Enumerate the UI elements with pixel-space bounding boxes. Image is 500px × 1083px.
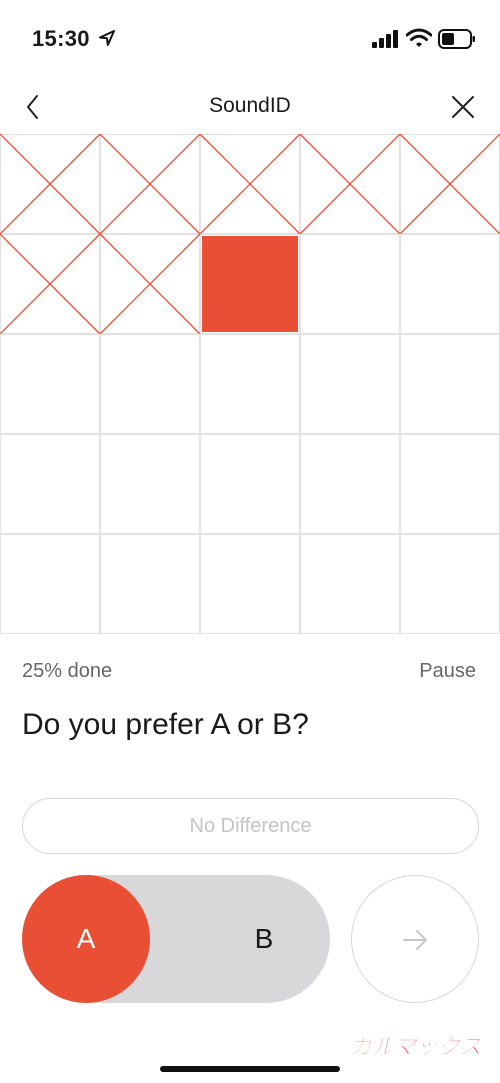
status-bar: 15:30 — [0, 0, 500, 80]
grid-cell — [99, 134, 201, 235]
grid-cell — [299, 233, 401, 335]
grid-cell — [99, 533, 201, 634]
grid-cell — [199, 333, 301, 435]
location-arrow-icon — [99, 30, 115, 46]
progress-grid-canvas — [0, 134, 500, 634]
grid-cell — [399, 533, 500, 634]
current-cell-fill — [202, 236, 298, 332]
grid-cell — [299, 134, 401, 235]
battery-icon — [438, 29, 475, 49]
grid-cell — [299, 533, 401, 634]
arrow-right-icon — [403, 930, 427, 950]
status-time: 15:30 — [32, 26, 90, 51]
grid-cell — [199, 233, 301, 335]
question-text: Do you prefer A or B? — [22, 708, 309, 741]
page-title: SoundID — [209, 94, 291, 117]
grid-cell — [399, 433, 500, 535]
grid-cell — [399, 333, 500, 435]
grid-cell — [99, 333, 201, 435]
grid-cell — [399, 233, 500, 335]
grid-cell — [199, 134, 301, 235]
nav-bar: SoundID — [0, 80, 500, 134]
grid-cell — [99, 433, 201, 535]
wifi-icon — [406, 28, 432, 47]
grid-cell — [299, 333, 401, 435]
ab-toggle[interactable]: A B — [22, 875, 330, 1003]
grid-cell — [0, 333, 101, 435]
svg-text:ガルマックス: ガルマックス — [350, 1035, 481, 1060]
option-a-button[interactable]: A — [22, 875, 150, 1003]
next-button[interactable] — [351, 875, 479, 1003]
grid-cell — [99, 233, 201, 335]
grid-cell — [399, 134, 500, 235]
watermark-logo: ガルマックス — [350, 1035, 482, 1060]
progress-grid — [0, 134, 500, 634]
grid-cell — [0, 533, 101, 634]
grid-cell — [0, 233, 101, 335]
home-indicator — [160, 1066, 340, 1072]
cellular-signal-icon — [372, 30, 398, 48]
progress-percent-text: 25% done — [22, 660, 113, 682]
grid-cell — [299, 433, 401, 535]
pause-button[interactable]: Pause — [419, 660, 476, 683]
grid-cell — [0, 134, 101, 235]
option-b-button[interactable]: B — [200, 875, 328, 1003]
close-icon[interactable] — [450, 94, 476, 120]
grid-cell — [0, 433, 101, 535]
grid-cell — [199, 533, 301, 634]
grid-cell — [199, 433, 301, 535]
no-difference-button[interactable]: No Difference — [22, 798, 479, 854]
